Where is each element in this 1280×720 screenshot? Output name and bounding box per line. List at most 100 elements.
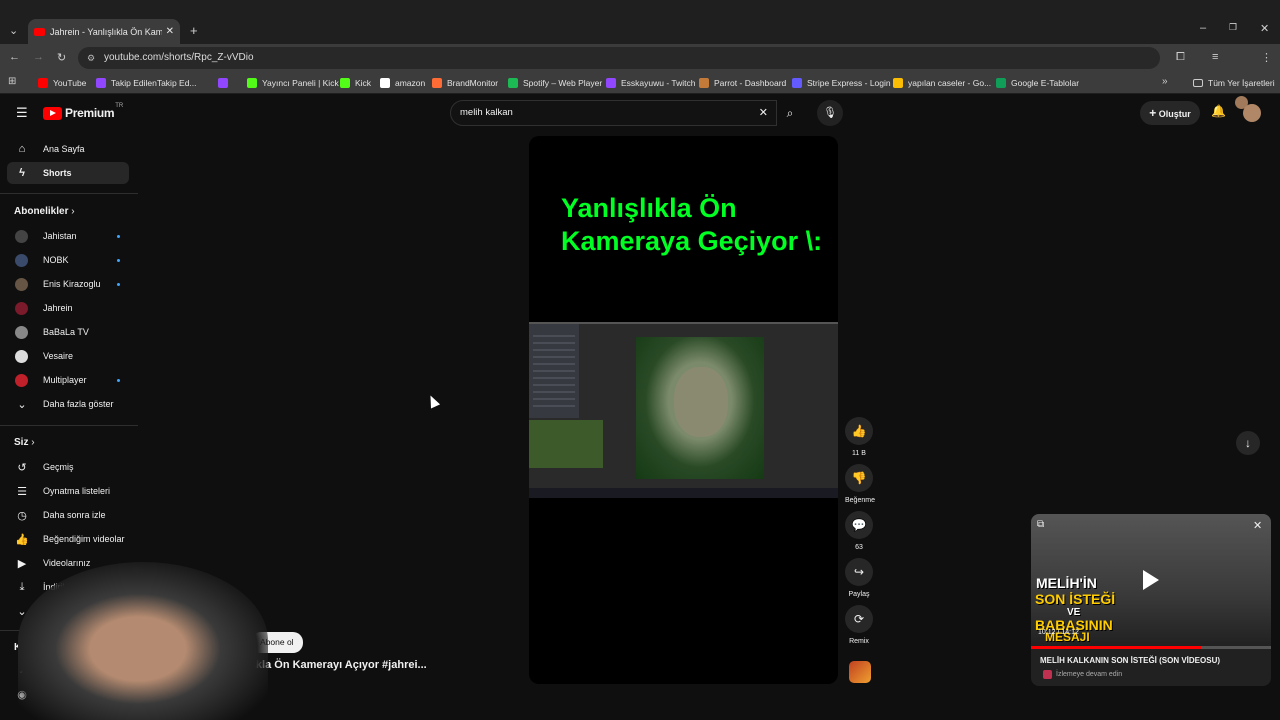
apps-icon[interactable]: ⊞ bbox=[8, 76, 16, 87]
subscription-item[interactable]: Jahrein bbox=[15, 298, 129, 318]
window-close-icon[interactable]: ✕ bbox=[1260, 22, 1269, 35]
menu-icon[interactable]: ⋮ bbox=[1261, 51, 1272, 64]
bookmark-item[interactable]: yapılan caseler - Go... bbox=[893, 72, 991, 94]
bookmark-favicon-icon bbox=[218, 78, 228, 88]
you-header-label: Siz bbox=[14, 437, 29, 448]
mouse-cursor bbox=[425, 393, 441, 409]
sidebar-item-label: Videolarınız bbox=[43, 558, 91, 568]
dislike-icon[interactable]: 👎 bbox=[845, 464, 873, 492]
remix-icon[interactable]: ⟳ bbox=[845, 605, 873, 633]
media-icon[interactable]: ≡ bbox=[1212, 51, 1218, 63]
clear-search-icon[interactable]: ✕ bbox=[759, 101, 768, 125]
subscription-item[interactable]: Enis Kirazoglu bbox=[15, 274, 129, 294]
minimize-icon[interactable]: – bbox=[1200, 22, 1206, 34]
search-input[interactable]: melih kalkan ✕ bbox=[450, 100, 777, 126]
bookmark-label: yapılan caseler - Go... bbox=[908, 78, 992, 88]
tab-search-icon[interactable]: ⌄ bbox=[9, 24, 18, 37]
you-header[interactable]: Siz › bbox=[14, 437, 35, 448]
sidebar-item[interactable]: ◷ Daha sonra izle bbox=[7, 504, 129, 526]
mini-player[interactable]: MELİH'İN SON İSTEĞİ VE BABASININ MESAJI … bbox=[1031, 514, 1271, 686]
tab-close-icon[interactable]: ✕ bbox=[166, 26, 174, 37]
account-avatar[interactable] bbox=[1243, 104, 1261, 122]
channel-avatar bbox=[15, 301, 28, 315]
streamer-webcam-overlay bbox=[18, 562, 268, 720]
hamburger-menu-icon[interactable]: ☰ bbox=[16, 105, 28, 121]
play-icon[interactable] bbox=[1143, 570, 1159, 590]
stream-screenshot bbox=[529, 322, 838, 498]
like-icon[interactable]: 👍 bbox=[845, 417, 873, 445]
create-button[interactable]: + Oluştur bbox=[1140, 101, 1200, 125]
youtube-favicon-icon bbox=[34, 27, 45, 36]
shorts-player[interactable]: Yanlışlıkla Ön Kameraya Geçiyor \: bbox=[529, 136, 838, 684]
bookmark-item[interactable]: Kick bbox=[340, 72, 371, 94]
voice-search-button[interactable]: 🎙 bbox=[817, 100, 843, 126]
sidebar-item[interactable]: ϟ Shorts bbox=[7, 162, 129, 184]
sidebar-item[interactable]: ⌄ Daha fazla göster bbox=[7, 393, 129, 415]
bookmark-item[interactable]: Google E-Tablolar bbox=[996, 72, 1079, 94]
new-tab-icon[interactable]: + bbox=[190, 23, 198, 38]
bookmark-item[interactable]: YouTube bbox=[38, 72, 86, 94]
subscription-label: NOBK bbox=[43, 255, 69, 265]
mini-player-progress-track[interactable] bbox=[1031, 646, 1271, 649]
reload-icon[interactable]: ↻ bbox=[57, 51, 66, 64]
short-action[interactable]: ⟳ Remix bbox=[845, 605, 873, 645]
subscription-item[interactable]: NOBK bbox=[15, 250, 129, 270]
bookmark-item[interactable]: Spotify – Web Player bbox=[508, 72, 602, 94]
sound-thumbnail[interactable] bbox=[849, 661, 871, 683]
short-action[interactable]: 👎 Beğenme bbox=[845, 464, 875, 504]
next-short-button[interactable]: ↓ bbox=[1236, 431, 1260, 455]
all-bookmarks[interactable]: Tüm Yer İşaretleri bbox=[1193, 72, 1275, 94]
short-action[interactable]: 👍 11 B bbox=[845, 417, 873, 457]
sidebar-item[interactable]: ☰ Oynatma listeleri bbox=[7, 480, 129, 502]
shorts-icon: ϟ bbox=[19, 167, 25, 179]
address-bar[interactable]: ⚙ youtube.com/shorts/Rpc_Z-vVDio bbox=[78, 47, 1160, 69]
sidebar-item-label: Geçmiş bbox=[43, 462, 74, 472]
sidebar-item[interactable]: ⌂ Ana Sayfa bbox=[7, 138, 129, 160]
subscriptions-header[interactable]: Abonelikler › bbox=[14, 206, 75, 217]
site-info-icon[interactable]: ⚙ bbox=[87, 47, 95, 69]
search-button[interactable]: ⌕ bbox=[777, 100, 803, 126]
subscription-item[interactable]: Jahistan bbox=[15, 226, 129, 246]
bookmark-item[interactable]: BrandMonitor bbox=[432, 72, 498, 94]
bookmark-item[interactable]: Esskayuwu - Twitch bbox=[606, 72, 695, 94]
bookmark-item[interactable]: amazon bbox=[380, 72, 425, 94]
sidebar-item[interactable]: ↺ Geçmiş bbox=[7, 456, 129, 478]
subscription-item[interactable]: Vesaire bbox=[15, 346, 129, 366]
bookmark-item[interactable]: Takip EdilenTakip Ed... bbox=[96, 72, 197, 94]
bookmark-label: Takip EdilenTakip Ed... bbox=[111, 78, 197, 88]
restore-icon[interactable]: ❐ bbox=[1229, 22, 1237, 33]
bookmark-label: amazon bbox=[395, 78, 426, 88]
bookmark-item[interactable] bbox=[218, 72, 233, 94]
short-action-label: Beğenme bbox=[845, 497, 875, 504]
youtube-logo[interactable]: Premium TR bbox=[43, 103, 123, 120]
bookmark-item[interactable]: Stripe Express - Login bbox=[792, 72, 891, 94]
bookmark-item[interactable]: Yayıncı Paneli | Kick bbox=[247, 72, 339, 94]
channel-avatar bbox=[15, 325, 28, 339]
sidebar-item-label: Oynatma listeleri bbox=[43, 486, 111, 496]
extensions-icon[interactable]: ⧠ bbox=[1176, 51, 1185, 64]
mini-player-close-icon[interactable]: ✕ bbox=[1253, 519, 1262, 532]
sidebar-item-label: Daha sonra izle bbox=[43, 510, 106, 520]
share-icon[interactable]: ↪ bbox=[845, 558, 873, 586]
mini-player-thumbnail[interactable]: MELİH'İN SON İSTEĞİ VE BABASININ MESAJI … bbox=[1031, 514, 1271, 648]
bookmark-favicon-icon bbox=[38, 78, 48, 88]
bookmark-label: Esskayuwu - Twitch bbox=[621, 78, 696, 88]
bookmark-favicon-icon bbox=[96, 78, 106, 88]
comment-icon[interactable]: 💬 bbox=[845, 511, 873, 539]
sidebar-item[interactable]: 👍 Beğendiğim videolar bbox=[7, 528, 129, 550]
expand-icon[interactable]: ⧉ bbox=[1037, 519, 1044, 530]
short-action-label: 63 bbox=[855, 544, 863, 551]
subscription-label: Enis Kirazoglu bbox=[43, 279, 101, 289]
forward-icon[interactable]: → bbox=[33, 51, 44, 63]
bookmark-label: Parrot - Dashboard bbox=[714, 78, 787, 88]
short-action[interactable]: 💬 63 bbox=[845, 511, 873, 551]
notifications-bell-icon[interactable]: 🔔 bbox=[1211, 104, 1226, 118]
bookmark-item[interactable]: Parrot - Dashboard bbox=[699, 72, 786, 94]
browser-tab[interactable]: Jahrein - Yanlışlıkla Ön Kam ✕ bbox=[28, 19, 180, 44]
short-action[interactable]: ↪ Paylaş bbox=[845, 558, 873, 598]
subscription-item[interactable]: BaBaLa TV bbox=[15, 322, 129, 342]
subscription-item[interactable]: Multiplayer bbox=[15, 370, 129, 390]
clock-icon: ◷ bbox=[17, 509, 27, 522]
more-bookmarks-icon[interactable]: » bbox=[1162, 76, 1168, 87]
back-icon[interactable]: ← bbox=[9, 51, 20, 63]
